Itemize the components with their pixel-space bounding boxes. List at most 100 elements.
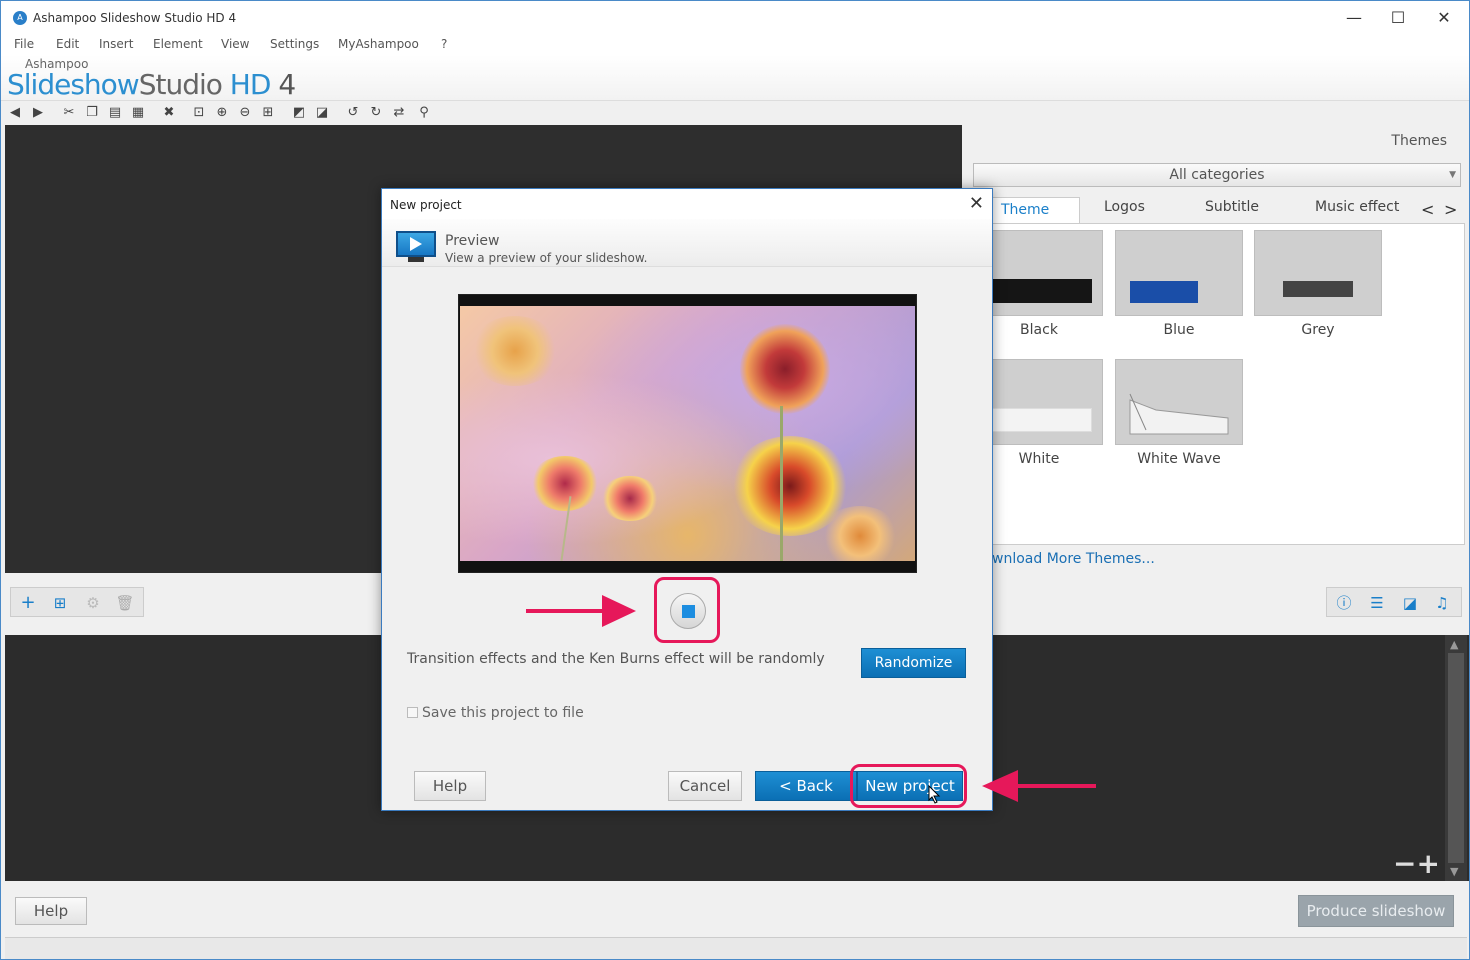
new-project-highlight [850, 764, 967, 808]
theme-label-grey: Grey [1301, 322, 1335, 338]
menu-view[interactable]: View [221, 37, 249, 51]
zoom-fit-icon[interactable]: ⊞ [260, 105, 276, 121]
stop-icon [682, 605, 695, 618]
close-window-button[interactable]: ✕ [1421, 1, 1467, 35]
tab-subtitle[interactable]: Subtitle [1205, 199, 1259, 215]
preview-image [460, 306, 915, 561]
zoom-minus-icon[interactable]: − [1393, 847, 1416, 880]
dialog-header: Preview View a preview of your slideshow… [382, 219, 992, 267]
tab-music-effect[interactable]: Music effect [1315, 199, 1399, 215]
dialog-help-button[interactable]: Help [414, 771, 486, 801]
new-project-dialog: New project ✕ Preview View a preview of … [381, 188, 993, 811]
menu-help[interactable]: ? [441, 37, 447, 51]
info-icon[interactable]: ⓘ [1331, 592, 1357, 614]
theme-thumb-white[interactable] [975, 359, 1103, 445]
randomize-button[interactable]: Randomize [861, 648, 966, 678]
menu-edit[interactable]: Edit [56, 37, 79, 51]
tab-next-icon[interactable]: > [1444, 200, 1457, 219]
send-backward-icon[interactable]: ◪ [314, 105, 330, 121]
timeline-zoom: −+ [1393, 847, 1440, 880]
window-title: Ashampoo Slideshow Studio HD 4 [33, 11, 237, 25]
delete-icon[interactable]: ✖ [161, 105, 177, 121]
minimize-button[interactable]: — [1331, 1, 1377, 35]
settings-icon[interactable]: ⚙ [79, 592, 107, 614]
menu-element[interactable]: Element [153, 37, 203, 51]
tab-theme[interactable]: Theme [992, 197, 1081, 224]
annotation-arrow-new-project-icon [982, 770, 1096, 802]
menu-bar: File Edit Insert Element View Settings M… [1, 35, 1469, 55]
scroll-thumb[interactable] [1448, 653, 1464, 863]
randomize-text: Transition effects and the Ken Burns eff… [407, 651, 825, 667]
tab-logos[interactable]: Logos [1104, 199, 1145, 215]
produce-slideshow-button[interactable]: Produce slideshow [1298, 895, 1454, 927]
theme-label-black: Black [1020, 322, 1058, 338]
app-icon: A [13, 11, 27, 25]
cut-icon[interactable]: ✂ [61, 105, 77, 121]
mouse-cursor-icon [928, 785, 941, 804]
back-button[interactable]: < Back [755, 771, 857, 801]
zoom-plus-icon[interactable]: + [1416, 847, 1439, 880]
flip-icon[interactable]: ⇄ [391, 105, 407, 121]
dialog-close-icon[interactable]: ✕ [969, 193, 984, 214]
slideshow-preview [458, 294, 917, 573]
stop-preview-button[interactable] [670, 593, 706, 629]
themes-panel: Themes All categories ▼ Theme Logos Subti… [962, 125, 1469, 587]
theme-thumb-white-wave[interactable] [1115, 359, 1243, 445]
timeline-scrollbar[interactable]: ▲ ▼ [1445, 635, 1467, 881]
forward-icon[interactable]: ▶ [30, 105, 46, 121]
scroll-up-icon[interactable]: ▲ [1450, 638, 1458, 651]
brand-logo: SlideshowStudio HD 4 [7, 68, 296, 101]
zoom-out-icon[interactable]: ⊖ [237, 105, 253, 121]
fit-icon[interactable]: ⊡ [191, 105, 207, 121]
duplicate-icon[interactable]: ▦ [130, 105, 146, 121]
status-bar [5, 937, 1467, 959]
theme-label-white: White [1018, 451, 1060, 467]
title-bar: A Ashampoo Slideshow Studio HD 4 — ☐ ✕ [1, 1, 1469, 35]
dialog-title: New project [390, 198, 462, 212]
add-icon[interactable]: + [14, 592, 42, 614]
transition-icon[interactable]: ◪ [1397, 592, 1423, 614]
menu-file[interactable]: File [14, 37, 34, 51]
bottom-bar: Help Produce slideshow [1, 881, 1469, 937]
add-media-icon[interactable]: ⊞ [46, 592, 74, 614]
help-button[interactable]: Help [15, 897, 87, 925]
stop-button-highlight [654, 577, 720, 643]
annotation-arrow-stop-icon [526, 595, 636, 627]
menu-myashampoo[interactable]: MyAshampoo [338, 37, 419, 51]
theme-thumb-blue[interactable] [1115, 230, 1243, 316]
copy-icon[interactable]: ❐ [84, 105, 100, 121]
menu-settings[interactable]: Settings [270, 37, 319, 51]
preview-monitor-icon [396, 231, 436, 263]
pin-icon[interactable]: ⚲ [416, 105, 432, 121]
save-project-label: Save this project to file [422, 705, 584, 721]
music-icon[interactable]: ♫ [1429, 592, 1455, 614]
download-more-themes-link[interactable]: wnload More Themes... [992, 551, 1155, 567]
theme-thumb-black[interactable] [975, 230, 1103, 316]
bring-forward-icon[interactable]: ◩ [291, 105, 307, 121]
category-select[interactable]: All categories ▼ [973, 163, 1461, 187]
themes-tabs: Theme Logos Subtitle Music effect < > [992, 197, 1469, 224]
maximize-button[interactable]: ☐ [1375, 1, 1421, 35]
cancel-button[interactable]: Cancel [668, 771, 742, 801]
save-project-checkbox[interactable] [407, 707, 418, 718]
step-description: View a preview of your slideshow. [445, 251, 648, 265]
rotate-right-icon[interactable]: ↻ [368, 105, 384, 121]
zoom-in-icon[interactable]: ⊕ [214, 105, 230, 121]
slide-controls: + ⊞ ⚙ 🗑 [10, 587, 144, 617]
toolbar: ◀ ▶ ✂ ❐ ▤ ▦ ✖ ⊡ ⊕ ⊖ ⊞ ◩ ◪ ↺ ↻ ⇄ ⚲ [1, 101, 1469, 125]
theme-grid: Black Blue Grey White White Wave [975, 223, 1465, 545]
view-controls: ⓘ ☰ ◪ ♫ [1326, 587, 1462, 617]
scroll-down-icon[interactable]: ▼ [1450, 865, 1458, 878]
theme-label-white-wave: White Wave [1137, 451, 1221, 467]
wave-shape-icon [1129, 393, 1229, 435]
brand-banner: Ashampoo SlideshowStudio HD 4 [1, 55, 1469, 101]
theme-thumb-grey[interactable] [1254, 230, 1382, 316]
rotate-left-icon[interactable]: ↺ [345, 105, 361, 121]
list-icon[interactable]: ☰ [1364, 592, 1390, 614]
tab-prev-icon[interactable]: < [1421, 200, 1434, 219]
menu-insert[interactable]: Insert [99, 37, 133, 51]
themes-title: Themes [1391, 133, 1447, 149]
trash-icon[interactable]: 🗑 [111, 592, 139, 614]
back-icon[interactable]: ◀ [7, 105, 23, 121]
paste-icon[interactable]: ▤ [107, 105, 123, 121]
